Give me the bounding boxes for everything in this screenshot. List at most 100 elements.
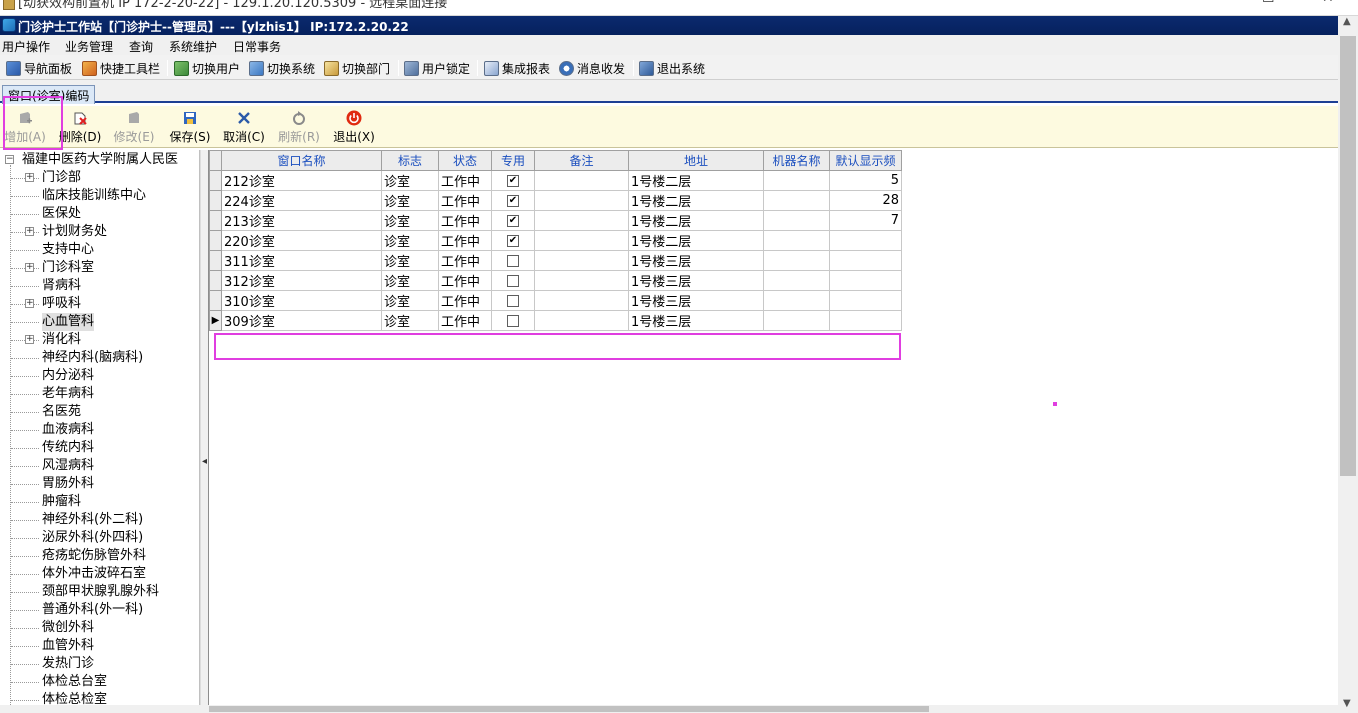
scroll-down-icon[interactable]: ▼: [1343, 698, 1351, 709]
tree-item[interactable]: 神经外科(外二科): [42, 511, 143, 529]
maximize-icon[interactable]: ☐: [1262, 0, 1275, 6]
tree-collapse-icon[interactable]: −: [5, 155, 14, 164]
row-header[interactable]: [209, 230, 222, 251]
toolbar-navigation-panel[interactable]: 导航面板: [6, 59, 72, 77]
column-header[interactable]: 专用: [491, 150, 535, 171]
flag-cell[interactable]: 诊室: [381, 190, 439, 211]
tree-item[interactable]: 呼吸科: [42, 295, 81, 313]
column-header[interactable]: 机器名称: [763, 150, 830, 171]
machine-cell[interactable]: [763, 190, 830, 211]
tree-item[interactable]: 神经内科(脑病科): [42, 349, 143, 367]
tree-item[interactable]: 血管外科: [42, 637, 94, 655]
tree-item[interactable]: 门诊部: [42, 169, 81, 187]
dedicated-cell[interactable]: [491, 270, 535, 291]
machine-cell[interactable]: [763, 290, 830, 311]
add-button[interactable]: 增加(A): [0, 110, 50, 145]
tree-item[interactable]: 体外冲击波碎石室: [42, 565, 146, 583]
table-row[interactable]: 224诊室 诊室 工作中 ✔ 1号楼二层 28: [209, 190, 902, 211]
dedicated-cell[interactable]: [491, 290, 535, 311]
column-header[interactable]: 状态: [438, 150, 492, 171]
table-row[interactable]: 311诊室 诊室 工作中 1号楼三层: [209, 250, 902, 271]
tree-item[interactable]: 传统内科: [42, 439, 94, 457]
close-icon[interactable]: ✕: [1322, 0, 1334, 6]
flag-cell[interactable]: 诊室: [381, 250, 439, 271]
row-header[interactable]: ▶: [209, 310, 222, 331]
column-header[interactable]: 地址: [628, 150, 764, 171]
row-header[interactable]: [209, 190, 222, 211]
tree-expand-icon[interactable]: +: [25, 173, 34, 182]
address-cell[interactable]: 1号楼三层: [628, 270, 764, 291]
status-cell[interactable]: 工作中: [438, 310, 492, 331]
freq-cell[interactable]: 28: [829, 190, 902, 211]
panel-splitter[interactable]: ◂: [200, 150, 209, 705]
toolbar-user-lock[interactable]: 用户锁定: [404, 59, 470, 77]
address-cell[interactable]: 1号楼二层: [628, 190, 764, 211]
row-header[interactable]: [209, 210, 222, 231]
flag-cell[interactable]: 诊室: [381, 270, 439, 291]
dedicated-checkbox[interactable]: [507, 254, 519, 267]
tree-item[interactable]: 临床技能训练中心: [42, 187, 146, 205]
cancel-button[interactable]: 取消(C): [219, 110, 269, 145]
tree-item[interactable]: 肾病科: [42, 277, 81, 295]
edit-button[interactable]: 修改(E): [109, 110, 159, 145]
dedicated-checkbox[interactable]: ✔: [507, 194, 519, 207]
tree-item[interactable]: 名医苑: [42, 403, 81, 421]
vertical-scrollbar[interactable]: ▲ ▼: [1338, 16, 1358, 713]
tree-item[interactable]: 内分泌科: [42, 367, 94, 385]
status-cell[interactable]: 工作中: [438, 170, 492, 191]
dedicated-cell[interactable]: ✔: [491, 190, 535, 211]
name-cell[interactable]: 309诊室: [221, 310, 382, 331]
menu-user-operation[interactable]: 用户操作: [2, 38, 50, 55]
machine-cell[interactable]: [763, 210, 830, 231]
tree-item[interactable]: 胃肠外科: [42, 475, 94, 493]
dedicated-checkbox[interactable]: ✔: [507, 234, 519, 247]
tree-item[interactable]: 发热门诊: [42, 655, 94, 673]
menu-business-management[interactable]: 业务管理: [65, 38, 113, 55]
tree-expand-icon[interactable]: +: [25, 299, 34, 308]
address-cell[interactable]: 1号楼三层: [628, 250, 764, 271]
name-cell[interactable]: 312诊室: [221, 270, 382, 291]
note-cell[interactable]: [534, 250, 629, 271]
table-row[interactable]: 212诊室 诊室 工作中 ✔ 1号楼二层 5: [209, 170, 902, 191]
dedicated-cell[interactable]: ✔: [491, 210, 535, 231]
dedicated-checkbox[interactable]: [507, 274, 519, 287]
exit-button[interactable]: 退出(X): [329, 110, 379, 145]
dedicated-cell[interactable]: ✔: [491, 170, 535, 191]
note-cell[interactable]: [534, 210, 629, 231]
toolbar-switch-department[interactable]: 切换部门: [324, 59, 390, 77]
row-header[interactable]: [209, 170, 222, 191]
tree-expand-icon[interactable]: +: [25, 263, 34, 272]
address-cell[interactable]: 1号楼二层: [628, 210, 764, 231]
menu-query[interactable]: 查询: [129, 38, 153, 55]
name-cell[interactable]: 310诊室: [221, 290, 382, 311]
delete-button[interactable]: 删除(D): [55, 110, 105, 145]
flag-cell[interactable]: 诊室: [381, 290, 439, 311]
tree-root[interactable]: 福建中医药大学附属人民医: [22, 151, 178, 169]
tree-item[interactable]: 体检总台室: [42, 673, 107, 691]
scroll-thumb[interactable]: [1340, 36, 1356, 476]
tree-item[interactable]: 风湿病科: [42, 457, 94, 475]
dedicated-cell[interactable]: [491, 250, 535, 271]
machine-cell[interactable]: [763, 230, 830, 251]
dedicated-checkbox[interactable]: [507, 314, 519, 327]
horizontal-scrollbar[interactable]: [0, 705, 1338, 713]
toolbar-message[interactable]: 消息收发: [559, 59, 625, 77]
tree-item[interactable]: 体检总检室: [42, 691, 107, 705]
tree-item[interactable]: 支持中心: [42, 241, 94, 259]
freq-cell[interactable]: [829, 230, 902, 251]
tree-expand-icon[interactable]: +: [25, 335, 34, 344]
status-cell[interactable]: 工作中: [438, 270, 492, 291]
scroll-up-icon[interactable]: ▲: [1343, 16, 1351, 27]
tree-expand-icon[interactable]: +: [25, 227, 34, 236]
name-cell[interactable]: 220诊室: [221, 230, 382, 251]
tree-item[interactable]: 心血管科: [42, 313, 95, 331]
flag-cell[interactable]: 诊室: [381, 170, 439, 191]
freq-cell[interactable]: [829, 290, 902, 311]
status-cell[interactable]: 工作中: [438, 190, 492, 211]
dedicated-cell[interactable]: ✔: [491, 230, 535, 251]
tree-item[interactable]: 医保处: [42, 205, 81, 223]
refresh-button[interactable]: 刷新(R): [274, 110, 324, 145]
tree-item[interactable]: 泌尿外科(外四科): [42, 529, 143, 547]
table-row[interactable]: 310诊室 诊室 工作中 1号楼三层: [209, 290, 902, 311]
note-cell[interactable]: [534, 170, 629, 191]
